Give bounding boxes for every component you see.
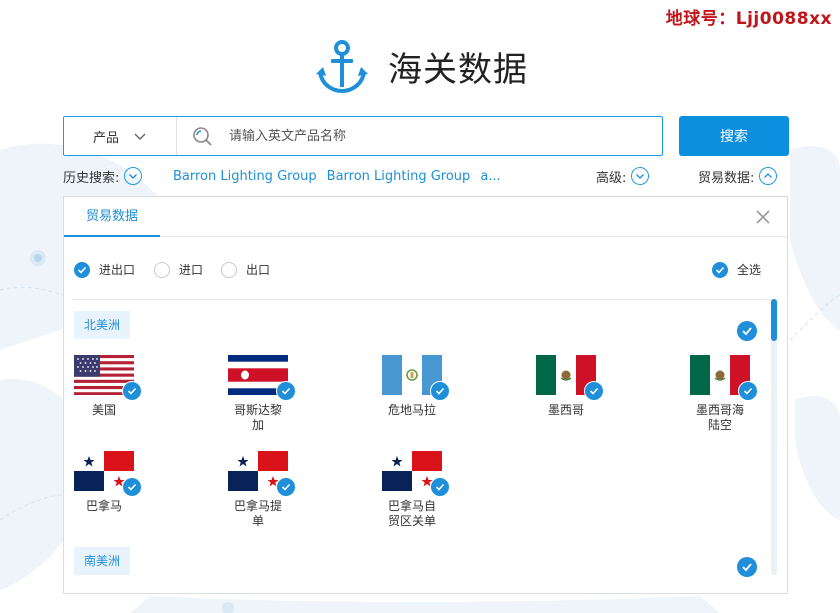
radio-checked-icon: [74, 261, 90, 278]
country-name: 巴拿马自贸区关单: [387, 499, 436, 528]
country-name: 巴拿马: [85, 499, 122, 513]
select-all-checkbox[interactable]: 全选: [712, 261, 761, 278]
advanced-expand-button[interactable]: [631, 167, 650, 185]
tab-divider: [64, 236, 787, 237]
chevron-up-icon: [764, 173, 773, 178]
search-button[interactable]: 搜索: [679, 116, 789, 156]
country-item-us[interactable]: 美国: [64, 355, 144, 418]
advanced-label: 高级:: [596, 170, 627, 186]
country-name: 危地马拉: [387, 403, 436, 417]
history-items: Barron Lighting Group Barron Lighting Gr…: [173, 164, 511, 188]
history-search-label: 历史搜索:: [63, 170, 120, 186]
history-item[interactable]: Barron Lighting Group: [327, 169, 471, 184]
radio-label: 出口: [246, 263, 271, 277]
radio-unchecked-icon: [154, 261, 170, 278]
trade-data-collapse-button[interactable]: [759, 167, 778, 185]
trade-data-panel: 贸易数据 进出口 进口 出口 全选 北美洲 美国 哥斯达黎加 危地马拉 墨西哥 …: [63, 196, 788, 594]
scrollbar-thumb[interactable]: [771, 299, 777, 341]
filter-row: 历史搜索: Barron Lighting Group Barron Light…: [63, 164, 790, 188]
radio-import[interactable]: 进口: [154, 261, 203, 278]
country-item-panama-bill-of-lading[interactable]: 巴拿马提单: [218, 451, 298, 529]
history-item[interactable]: a...: [480, 169, 500, 184]
region-select-all-south-america[interactable]: [737, 557, 757, 577]
search-input[interactable]: [227, 127, 631, 145]
history-expand-button[interactable]: [124, 167, 143, 185]
trade-data-label: 贸易数据:: [698, 170, 755, 186]
region-tag-south-america: 南美洲: [74, 547, 131, 575]
country-item-costa-rica[interactable]: 哥斯达黎加: [218, 355, 298, 433]
country-name: 墨西哥: [547, 403, 584, 417]
country-name: 墨西哥海陆空: [695, 403, 744, 432]
region-tag-north-america: 北美洲: [74, 311, 131, 339]
trade-type-radio-group: 进出口 进口 出口 全选: [74, 261, 774, 281]
checkbox-checked-icon: [712, 261, 728, 278]
product-select-label: 产品: [92, 130, 119, 146]
check-icon: [742, 327, 752, 336]
country-item-panama[interactable]: 巴拿马: [64, 451, 144, 514]
search-box: 产品: [63, 116, 663, 156]
anchor-icon: [316, 40, 368, 94]
selected-check-icon: [122, 477, 142, 497]
selected-check-icon: [430, 381, 450, 401]
radio-import-export[interactable]: 进出口: [74, 261, 135, 278]
chevron-down-icon: [129, 174, 138, 179]
radio-label: 进口: [179, 263, 204, 277]
selected-check-icon: [738, 381, 758, 401]
selected-check-icon: [122, 381, 142, 401]
check-icon: [742, 563, 752, 572]
search-icon: [193, 127, 212, 146]
logo: 海关数据: [314, 38, 528, 94]
select-all-label: 全选: [737, 263, 762, 277]
chevron-down-icon: [134, 133, 146, 140]
country-item-guatemala[interactable]: 危地马拉: [372, 355, 452, 418]
search-bar: 产品 搜索: [63, 116, 790, 156]
region-select-all-north-america[interactable]: [737, 321, 757, 341]
divider: [72, 299, 778, 300]
country-name: 美国: [91, 403, 116, 417]
radio-unchecked-icon: [221, 261, 237, 278]
close-icon[interactable]: [755, 209, 771, 225]
tab-trade-data[interactable]: 贸易数据: [64, 197, 160, 237]
page-title: 海关数据: [388, 49, 528, 90]
product-type-select[interactable]: 产品: [64, 117, 177, 155]
history-item[interactable]: Barron Lighting Group: [173, 169, 317, 184]
history-search: 历史搜索:: [63, 164, 143, 188]
selected-check-icon: [430, 477, 450, 497]
selected-check-icon: [276, 477, 296, 497]
country-item-panama-free-zone[interactable]: 巴拿马自贸区关单: [372, 451, 452, 529]
chevron-down-icon: [636, 174, 645, 179]
country-name: 哥斯达黎加: [233, 403, 282, 432]
selected-check-icon: [276, 381, 296, 401]
watermark-text: 地球号：Ljj0088xx: [665, 9, 832, 29]
radio-export[interactable]: 出口: [221, 261, 270, 278]
country-list: 北美洲 美国 哥斯达黎加 危地马拉 墨西哥 墨西哥海陆空 巴拿马 巴拿马提单 巴…: [64, 303, 774, 579]
country-name: 巴拿马提单: [233, 499, 282, 528]
trade-data-filter: 贸易数据:: [698, 164, 778, 188]
radio-label: 进出口: [99, 263, 136, 277]
advanced-filter: 高级:: [596, 164, 650, 188]
country-item-mexico[interactable]: 墨西哥: [526, 355, 606, 418]
country-item-mexico-multimodal[interactable]: 墨西哥海陆空: [680, 355, 760, 433]
selected-check-icon: [584, 381, 604, 401]
scrollbar[interactable]: [771, 299, 777, 575]
